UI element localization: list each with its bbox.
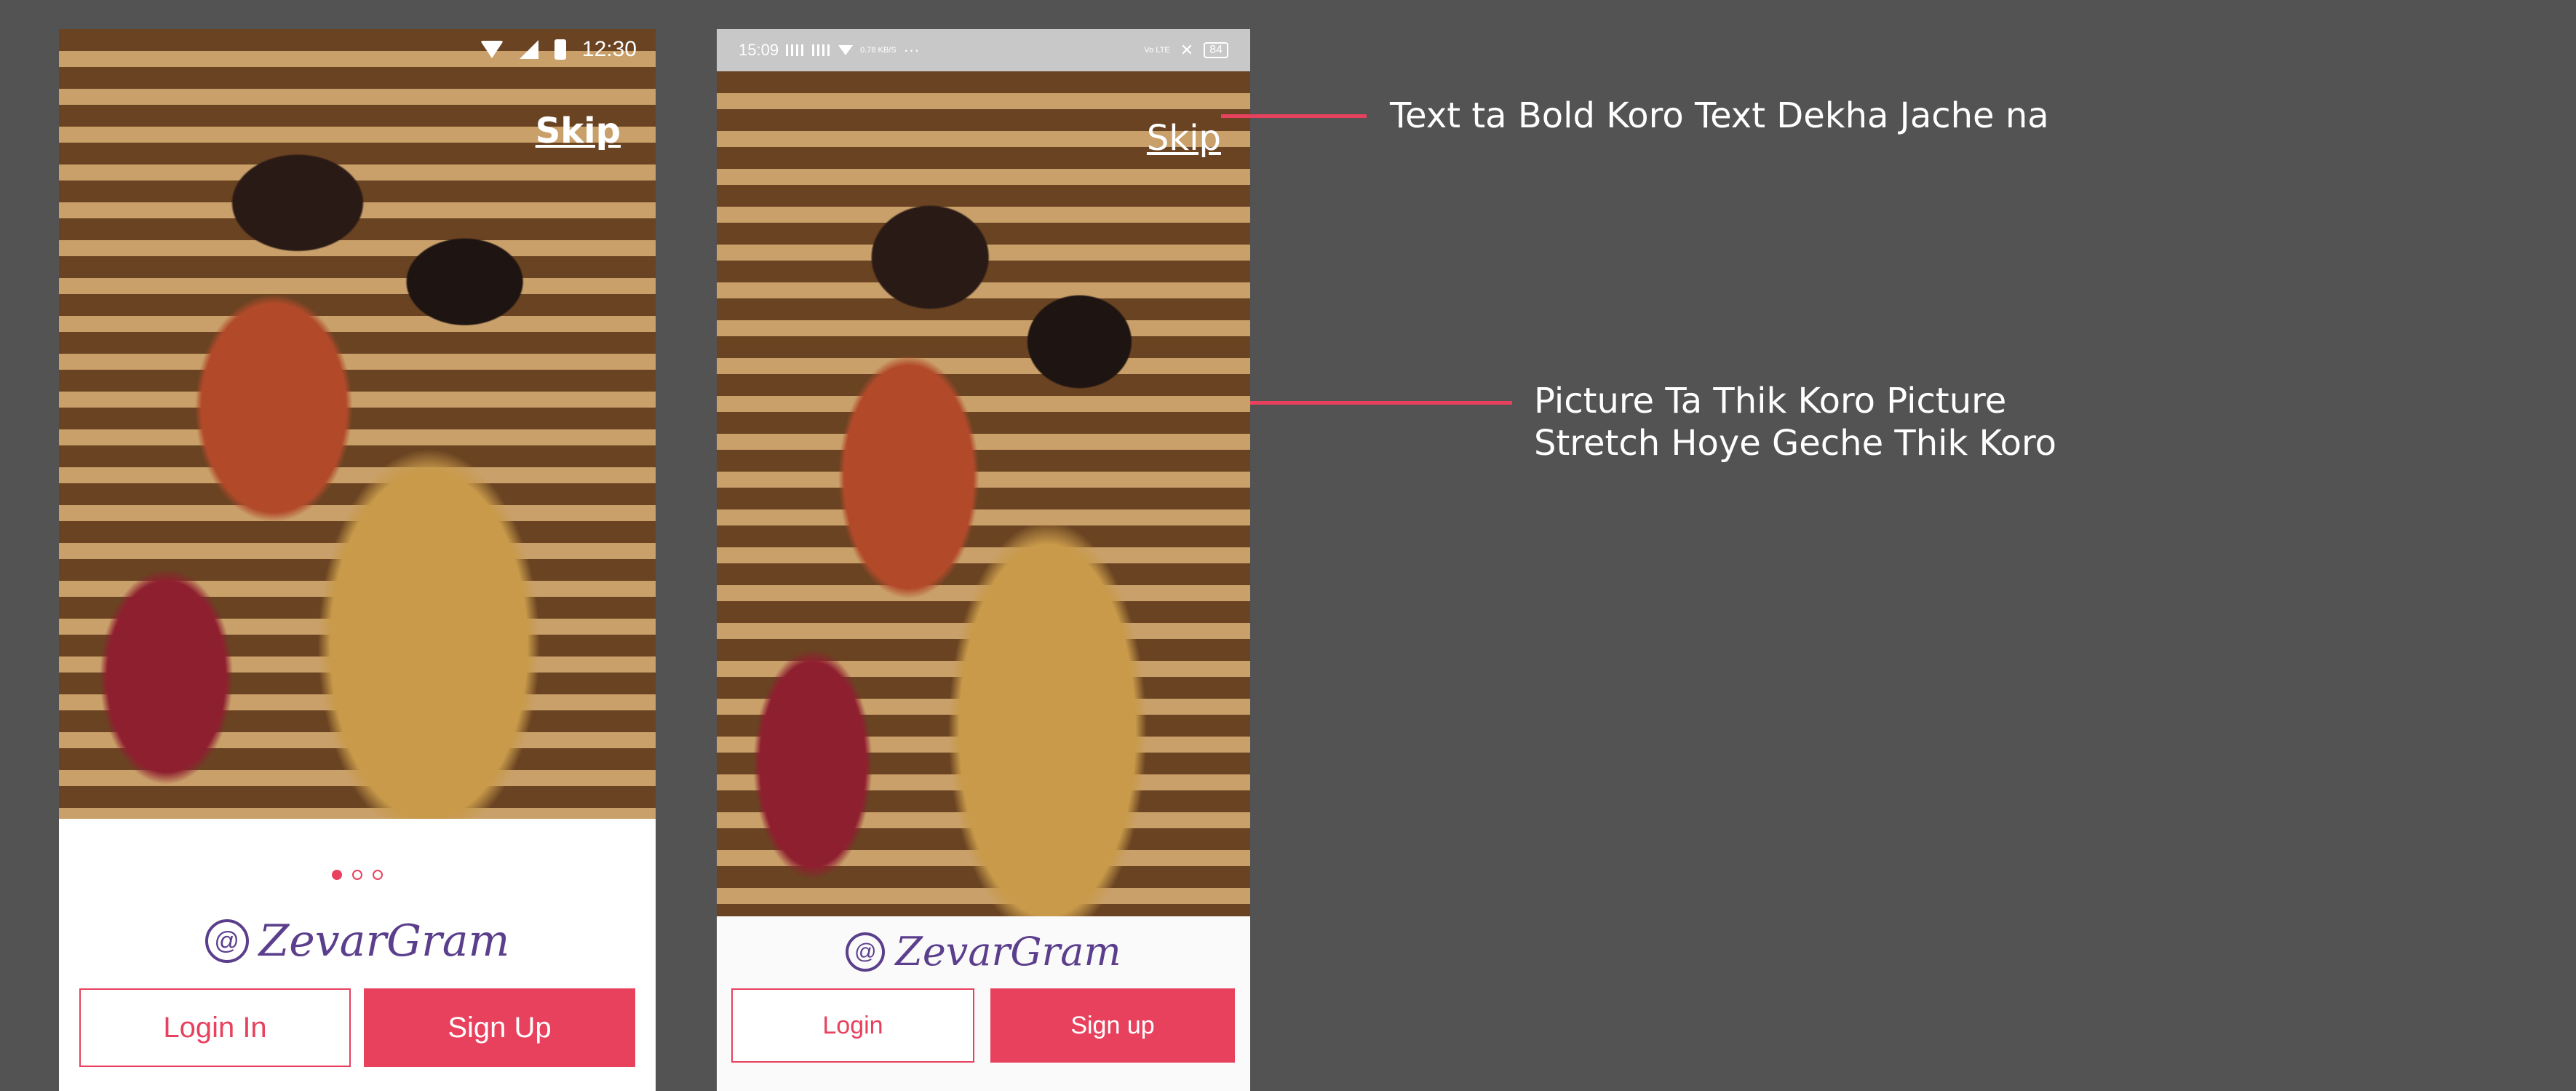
pagination-dots bbox=[59, 870, 656, 880]
signal-icon bbox=[786, 44, 806, 56]
battery-icon: 84 bbox=[1204, 42, 1228, 58]
volte-label: Vo LTE bbox=[1144, 45, 1170, 55]
brand-logo: @ ZevarGram bbox=[59, 916, 656, 967]
status-bar: 15:09 0.78 KB/S ··· Vo LTE ✕ 84 bbox=[717, 29, 1250, 71]
phone-mockup-design: 12:30 Skip @ ZevarGram Login In Sign Up bbox=[59, 29, 656, 1091]
phone-mockup-build: 15:09 0.78 KB/S ··· Vo LTE ✕ 84 Skip @ Z… bbox=[717, 29, 1250, 1091]
annotation-line: Picture Ta Thik Koro Picture bbox=[1534, 381, 2007, 421]
login-button[interactable]: Login In bbox=[79, 988, 351, 1067]
spiral-logo-icon: @ bbox=[846, 932, 886, 972]
signup-button[interactable]: Sign Up bbox=[364, 988, 635, 1067]
pagination-dot[interactable] bbox=[352, 870, 362, 880]
status-bar: 12:30 bbox=[59, 29, 656, 70]
more-icon: ··· bbox=[903, 41, 920, 59]
signal-icon bbox=[519, 40, 538, 59]
skip-link[interactable]: Skip bbox=[1147, 118, 1221, 159]
skip-link[interactable]: Skip bbox=[536, 111, 621, 151]
brand-name: ZevarGram bbox=[895, 929, 1121, 975]
battery-icon bbox=[554, 39, 566, 60]
mute-icon: ✕ bbox=[1180, 41, 1194, 59]
brand-name: ZevarGram bbox=[258, 916, 510, 967]
status-time: 15:09 bbox=[739, 41, 779, 59]
status-time: 12:30 bbox=[581, 37, 637, 61]
annotation-pointer bbox=[1221, 114, 1367, 118]
annotation-line: Stretch Hoye Geche Thik Koro bbox=[1534, 423, 2057, 464]
pagination-dot[interactable] bbox=[373, 870, 383, 880]
annotation-pointer bbox=[1250, 401, 1512, 405]
annotation-note: Text ta Bold Koro Text Dekha Jache na bbox=[1390, 95, 2049, 136]
spiral-logo-icon: @ bbox=[204, 919, 249, 963]
annotation-note: Picture Ta Thik Koro Picture Stretch Hoy… bbox=[1534, 380, 2056, 464]
network-speed: 0.78 KB/S bbox=[860, 45, 897, 55]
login-button[interactable]: Login bbox=[731, 988, 974, 1063]
hero-photo bbox=[717, 71, 1250, 916]
pagination-dot-active[interactable] bbox=[332, 870, 342, 880]
signup-button[interactable]: Sign up bbox=[990, 988, 1235, 1063]
brand-logo: @ ZevarGram bbox=[717, 929, 1250, 975]
wifi-icon bbox=[480, 41, 504, 58]
signal-icon bbox=[812, 44, 832, 56]
wifi-icon bbox=[838, 45, 854, 55]
